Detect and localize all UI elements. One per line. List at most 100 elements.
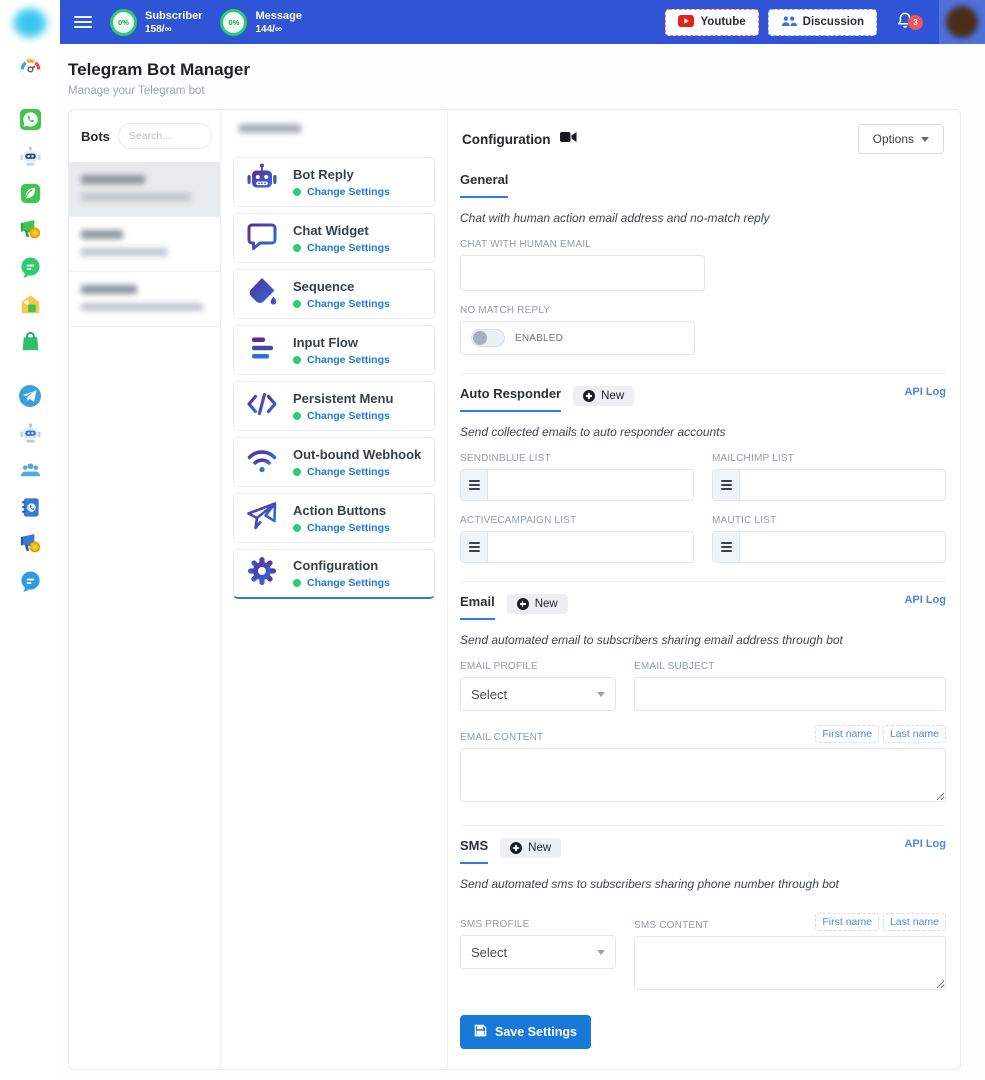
- bots-search-input[interactable]: [118, 123, 212, 149]
- last-name-token-button[interactable]: Last name: [883, 913, 946, 931]
- menu-item-persistent-menu[interactable]: Persistent Menu Change Settings: [233, 381, 435, 431]
- message-value: 144/∞: [255, 24, 301, 35]
- subscriber-progress-ring: 0%: [110, 9, 137, 36]
- menu-item-label: Configuration: [293, 558, 390, 573]
- whatsapp-bot-icon[interactable]: [18, 144, 42, 168]
- video-camera-icon[interactable]: [560, 130, 577, 148]
- bots-title: Bots: [81, 129, 110, 144]
- new-button-label: New: [528, 842, 551, 854]
- chevron-down-icon: [597, 692, 605, 697]
- change-settings-link[interactable]: Change Settings: [307, 577, 390, 589]
- menu-item-configuration[interactable]: Configuration Change Settings: [233, 549, 435, 599]
- activecampaign-list-input[interactable]: [488, 532, 693, 562]
- whatsapp-chat-icon[interactable]: [18, 255, 42, 279]
- bot-name-redacted: [239, 124, 301, 133]
- user-menu[interactable]: [939, 0, 985, 44]
- youtube-button[interactable]: Youtube: [665, 9, 758, 36]
- telegram-icon[interactable]: [18, 384, 42, 408]
- change-settings-link[interactable]: Change Settings: [307, 410, 390, 422]
- plus-icon: [510, 842, 522, 854]
- telegram-contacts-icon[interactable]: [18, 495, 42, 519]
- dashboard-icon[interactable]: [18, 56, 42, 80]
- whatsapp-promo-icon[interactable]: [18, 218, 42, 242]
- plus-icon: [583, 390, 595, 402]
- status-dot: [293, 524, 301, 532]
- bars-icon: [244, 330, 280, 371]
- sms-content-label: SMS CONTENT: [634, 920, 709, 931]
- chat-with-human-email-input[interactable]: [460, 255, 705, 291]
- discussion-button[interactable]: Discussion: [768, 9, 877, 36]
- bots-column: Bots: [69, 110, 221, 1069]
- store-icon[interactable]: [18, 329, 42, 353]
- avatar: [946, 6, 978, 38]
- options-button[interactable]: Options: [858, 124, 944, 154]
- change-settings-link[interactable]: Change Settings: [307, 186, 390, 198]
- integrations-icon[interactable]: [18, 292, 42, 316]
- app-logo[interactable]: [13, 8, 47, 38]
- page-title: Telegram Bot Manager: [68, 60, 985, 80]
- whatsapp-campaign-icon[interactable]: [18, 181, 42, 205]
- bot-list-item[interactable]: [69, 217, 220, 272]
- sms-content-textarea[interactable]: [634, 936, 946, 990]
- mautic-list-input[interactable]: [740, 532, 945, 562]
- subscriber-value: 158/∞: [145, 24, 202, 35]
- menu-item-label: Input Flow: [293, 335, 390, 350]
- menu-item-label: Chat Widget: [293, 223, 390, 238]
- message-progress-ring: 0%: [220, 9, 247, 36]
- email-subject-input[interactable]: [634, 677, 946, 711]
- robot-icon: [244, 162, 280, 203]
- save-settings-button[interactable]: Save Settings: [460, 1015, 591, 1049]
- new-button-label: New: [535, 598, 558, 610]
- page-content: Telegram Bot Manager Manage your Telegra…: [60, 44, 985, 1080]
- bot-list-item[interactable]: [69, 162, 220, 217]
- save-settings-label: Save Settings: [495, 1025, 577, 1039]
- bot-subtitle-redacted: [81, 303, 203, 311]
- auto-responder-description: Send collected emails to auto responder …: [460, 425, 946, 439]
- change-settings-link[interactable]: Change Settings: [307, 522, 390, 534]
- first-name-token-button[interactable]: First name: [815, 913, 879, 931]
- change-settings-link[interactable]: Change Settings: [307, 242, 390, 254]
- email-profile-select[interactable]: Select: [460, 677, 616, 711]
- sms-api-log-link[interactable]: API Log: [904, 838, 946, 850]
- last-name-token-button[interactable]: Last name: [883, 725, 946, 743]
- menu-toggle-icon[interactable]: [74, 16, 92, 28]
- auto-responder-new-button[interactable]: New: [573, 386, 634, 406]
- configuration-panel: Configuration Options General Chat with …: [448, 110, 960, 1069]
- menu-item-input-flow[interactable]: Input Flow Change Settings: [233, 325, 435, 375]
- status-dot: [293, 579, 301, 587]
- menu-item-label: Bot Reply: [293, 167, 390, 182]
- telegram-chat-icon[interactable]: [18, 569, 42, 593]
- sms-profile-label: SMS PROFILE: [460, 919, 616, 930]
- subscriber-label: Subscriber: [145, 9, 202, 23]
- change-settings-link[interactable]: Change Settings: [307, 298, 390, 310]
- menu-item-chat-widget[interactable]: Chat Widget Change Settings: [233, 213, 435, 263]
- list-icon: [713, 470, 740, 500]
- sendinblue-list-input[interactable]: [488, 470, 693, 500]
- telegram-promo-icon[interactable]: [18, 532, 42, 556]
- menu-item-bot-reply[interactable]: Bot Reply Change Settings: [233, 157, 435, 207]
- auto-responder-api-log-link[interactable]: API Log: [904, 386, 946, 398]
- subscriber-percent: 0%: [118, 18, 129, 27]
- plus-icon: [517, 598, 529, 610]
- email-new-button[interactable]: New: [507, 594, 568, 614]
- change-settings-link[interactable]: Change Settings: [307, 354, 390, 366]
- whatsapp-icon[interactable]: [18, 107, 42, 131]
- telegram-bot-icon[interactable]: [18, 421, 42, 445]
- first-name-token-button[interactable]: First name: [815, 725, 879, 743]
- menu-item-sequence[interactable]: Sequence Change Settings: [233, 269, 435, 319]
- sms-profile-select[interactable]: Select: [460, 935, 616, 969]
- enabled-label: ENABLED: [515, 333, 563, 344]
- no-match-reply-toggle[interactable]: [471, 329, 505, 347]
- bot-list-item[interactable]: [69, 272, 220, 327]
- notifications-button[interactable]: 3: [895, 9, 915, 36]
- email-content-textarea[interactable]: [460, 748, 946, 802]
- topbar: 0% Subscriber 158/∞ 0% Message 144/∞ You…: [60, 0, 985, 44]
- sms-new-button[interactable]: New: [500, 838, 561, 858]
- mailchimp-list-input[interactable]: [740, 470, 945, 500]
- change-settings-link[interactable]: Change Settings: [307, 466, 390, 478]
- menu-item-outbound-webhook[interactable]: Out-bound Webhook Change Settings: [233, 437, 435, 487]
- configuration-title: Configuration: [462, 132, 550, 147]
- telegram-subscribers-icon[interactable]: [18, 458, 42, 482]
- menu-item-action-buttons[interactable]: Action Buttons Change Settings: [233, 493, 435, 543]
- email-api-log-link[interactable]: API Log: [904, 594, 946, 606]
